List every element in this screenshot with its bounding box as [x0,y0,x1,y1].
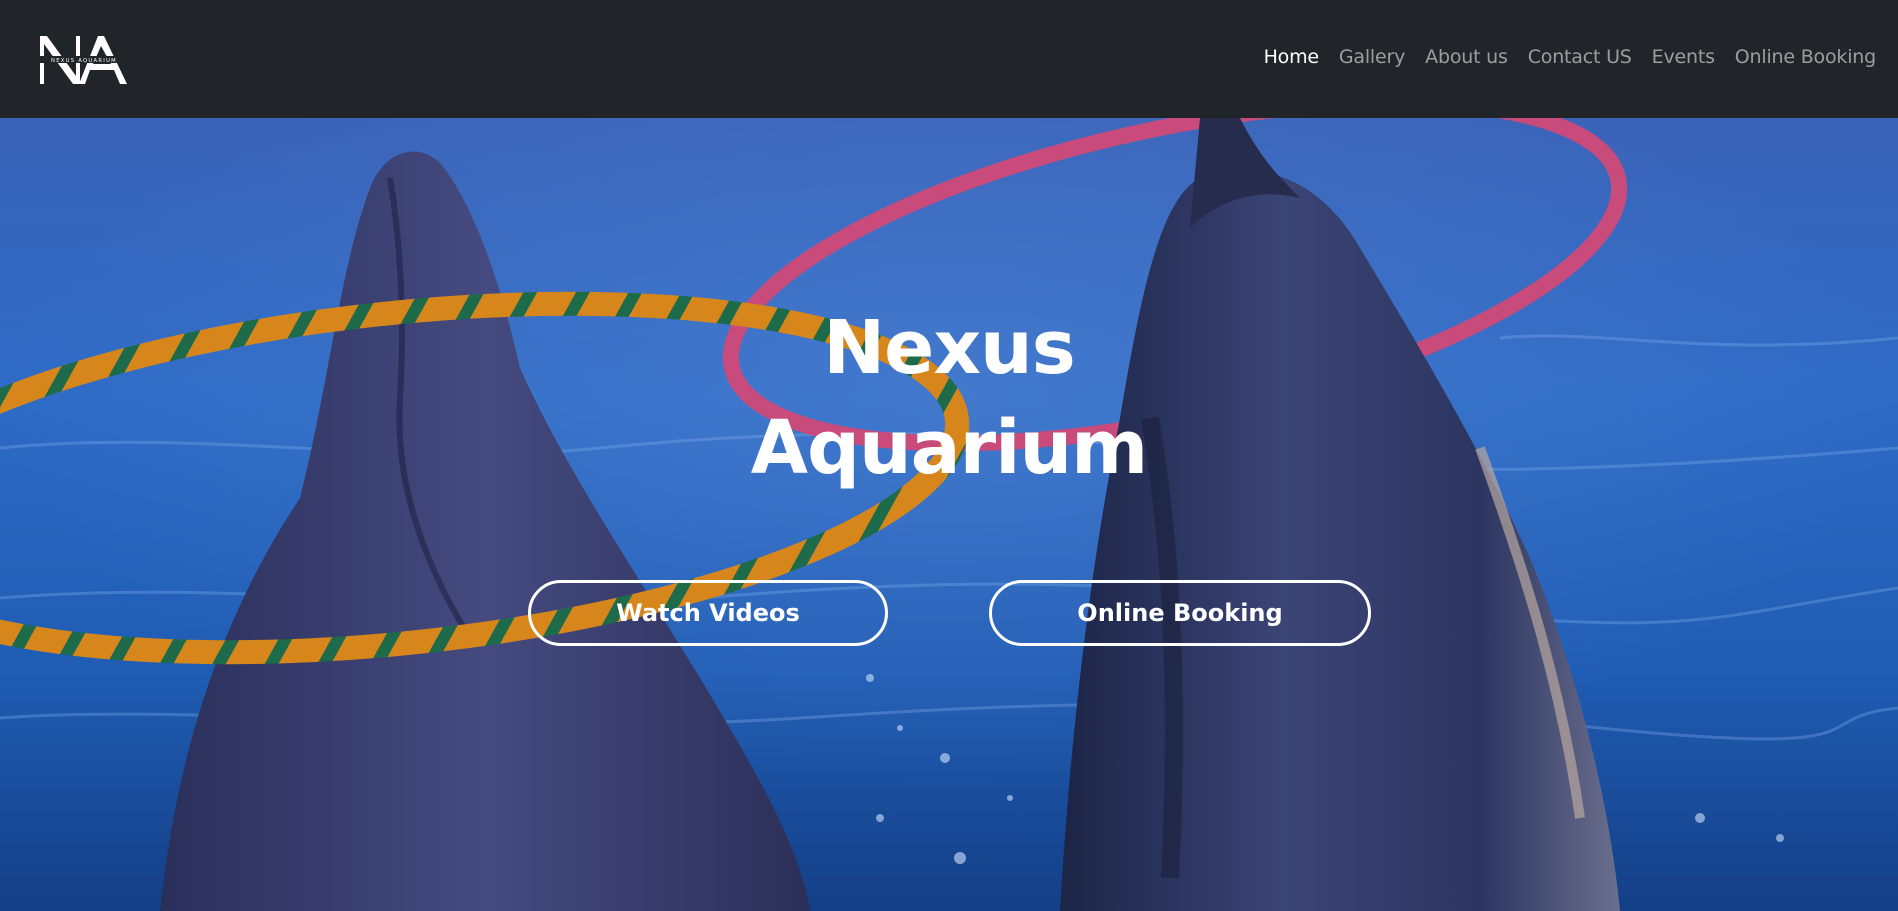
hero-title: Nexus Aquarium [0,298,1898,498]
logo-text: NEXUS AQUARIUM [51,58,117,64]
nav-events[interactable]: Events [1652,46,1715,68]
nav-online-booking[interactable]: Online Booking [1735,46,1876,68]
nav-about-us[interactable]: About us [1425,46,1508,68]
hero-title-line1: Nexus [823,305,1076,391]
nav-contact-us[interactable]: Contact US [1528,46,1632,68]
nav-gallery[interactable]: Gallery [1339,46,1405,68]
hero-title-line2: Aquarium [750,405,1149,491]
hero-section: Nexus Aquarium Watch Videos Online Booki… [0,118,1898,911]
nav-home[interactable]: Home [1264,46,1320,68]
watch-videos-button[interactable]: Watch Videos [528,580,888,646]
nexus-aquarium-logo-icon: NEXUS AQUARIUM [38,36,130,84]
online-booking-button[interactable]: Online Booking [989,580,1371,646]
navbar: NEXUS AQUARIUM Home Gallery About us Con… [0,0,1898,118]
hero-background-image [0,118,1898,911]
nav-links: Home Gallery About us Contact US Events … [1264,46,1877,68]
brand-logo[interactable]: NEXUS AQUARIUM [38,32,130,86]
